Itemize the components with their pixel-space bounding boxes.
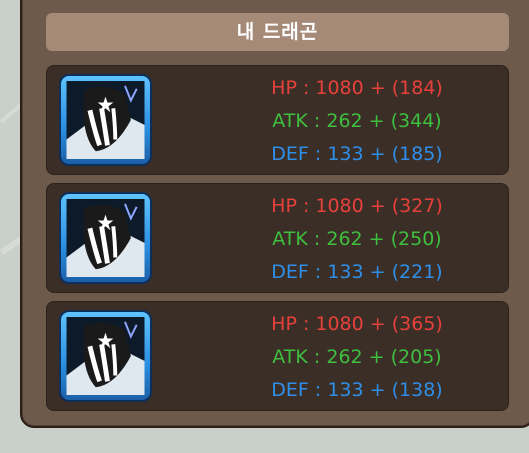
dark-dragon-portrait-icon xyxy=(59,74,152,166)
dragon-card[interactable]: HP : 1080 + (327) ATK : 262 + (250) DEF … xyxy=(46,183,509,293)
atk-stat: ATK : 262 + (250) xyxy=(272,228,442,250)
dark-dragon-portrait-icon xyxy=(59,192,152,284)
atk-stat: ATK : 262 + (205) xyxy=(272,346,442,368)
def-stat: DEF : 133 + (138) xyxy=(271,379,443,401)
dragon-card[interactable]: HP : 1080 + (184) ATK : 262 + (344) DEF … xyxy=(46,65,509,175)
dark-dragon-portrait-icon xyxy=(59,310,152,402)
dragon-card[interactable]: HP : 1080 + (365) ATK : 262 + (205) DEF … xyxy=(46,301,509,411)
hp-stat: HP : 1080 + (184) xyxy=(271,77,443,99)
hp-stat: HP : 1080 + (365) xyxy=(271,313,443,335)
panel-title: 내 드래곤 xyxy=(46,13,509,51)
dragon-stats: HP : 1080 + (327) ATK : 262 + (250) DEF … xyxy=(257,190,457,289)
atk-stat: ATK : 262 + (344) xyxy=(272,110,442,132)
hp-stat: HP : 1080 + (327) xyxy=(271,195,443,217)
dragon-stats: HP : 1080 + (365) ATK : 262 + (205) DEF … xyxy=(257,308,457,407)
def-stat: DEF : 133 + (221) xyxy=(271,261,443,283)
dragon-stats: HP : 1080 + (184) ATK : 262 + (344) DEF … xyxy=(257,72,457,171)
def-stat: DEF : 133 + (185) xyxy=(271,143,443,165)
